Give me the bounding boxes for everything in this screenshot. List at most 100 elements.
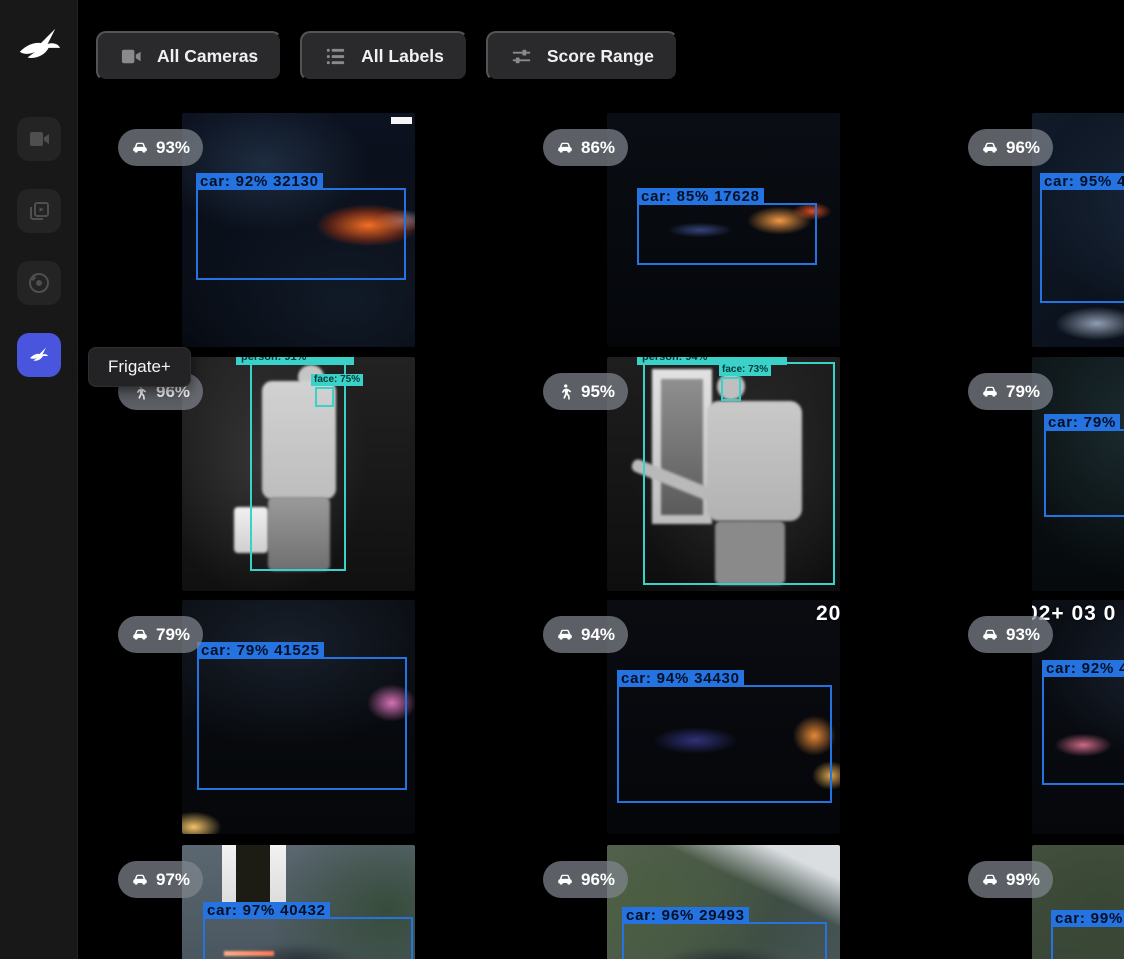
filter-label: All Cameras [157, 46, 258, 67]
detection-thumbnail[interactable]: car: 99% 25 [1032, 845, 1124, 959]
sidebar-item-frigate-plus[interactable] [17, 333, 61, 377]
car-icon [556, 871, 574, 889]
score-badge: 79% [118, 616, 203, 653]
bounding-box-label: car: 94% 34430 [617, 670, 744, 687]
detection-card[interactable]: 86% car: 85% 17628 [543, 113, 840, 347]
bounding-box: car: 92% 4218 [1042, 675, 1124, 785]
score-badge: 97% [118, 861, 203, 898]
bounding-box: car: 79% 41525 [197, 657, 407, 790]
bounding-box-label: car: 79% 41525 [197, 642, 324, 659]
bounding-box-label: car: 96% 29493 [622, 907, 749, 924]
detection-card[interactable]: 95% person: 94% face: 73% [543, 357, 840, 591]
score-badge: 96% [968, 129, 1053, 166]
sidebar-item-export[interactable] [17, 261, 61, 305]
face-bounding-box [315, 387, 334, 407]
detection-thumbnail[interactable]: car: 79% 41525 [182, 600, 415, 834]
score-badge: 79% [968, 373, 1053, 410]
badge-score: 99% [1006, 870, 1040, 890]
export-disc-icon [27, 271, 51, 295]
detection-thumbnail[interactable]: person: 94% face: 73% [607, 357, 840, 591]
review-icon [27, 199, 51, 223]
score-badge: 93% [118, 129, 203, 166]
score-badge: 95% [543, 373, 628, 410]
detection-thumbnail[interactable]: car: 85% 17628 [607, 113, 840, 347]
frigate-plus-page: All Cameras All Labels Score Range 93% c… [0, 0, 1124, 959]
camera-icon [120, 45, 143, 68]
detection-card[interactable]: 96% car: 96% 29493 [543, 845, 840, 959]
badge-score: 97% [156, 870, 190, 890]
detection-thumbnail[interactable]: car: 96% 29493 [607, 845, 840, 959]
bounding-box-label: car: 97% 40432 [203, 902, 330, 919]
badge-score: 93% [156, 138, 190, 158]
bounding-box: car: 79% [1044, 429, 1124, 517]
badge-score: 79% [156, 625, 190, 645]
detection-card[interactable]: 93% car: 92% 32130 [118, 113, 415, 347]
all-cameras-filter-button[interactable]: All Cameras [96, 31, 282, 81]
detection-card[interactable]: 79% car: 79% 41525 [118, 600, 415, 834]
detection-thumbnail[interactable]: car: 92% 32130 [182, 113, 415, 347]
person-box-label: person: 91% [236, 357, 354, 365]
list-icon [324, 45, 347, 68]
badge-score: 95% [581, 382, 615, 402]
bounding-box-label: car: 92% 4218 [1042, 660, 1124, 677]
car-icon [131, 139, 149, 157]
bounding-box: car: 92% 32130 [196, 188, 406, 280]
detection-card[interactable]: 96% car: 95% 45260 [968, 113, 1124, 347]
bounding-box: car: 99% 25 [1051, 925, 1124, 959]
sidebar [0, 0, 78, 959]
car-icon [556, 139, 574, 157]
car-icon [556, 626, 574, 644]
sidebar-item-live[interactable] [17, 117, 61, 161]
frigate-logo [16, 22, 62, 70]
score-badge: 96% [543, 861, 628, 898]
filter-toolbar: All Cameras All Labels Score Range [96, 31, 678, 81]
badge-score: 79% [1006, 382, 1040, 402]
detection-thumbnail[interactable]: car: 97% 40432 [182, 845, 415, 959]
score-badge: 99% [968, 861, 1053, 898]
badge-score: 93% [1006, 625, 1040, 645]
detection-card[interactable]: 96% person: 91% face: 75% [118, 357, 415, 591]
face-box-label: face: 75% [311, 374, 363, 386]
filter-label: Score Range [547, 46, 654, 67]
camera-timestamp-fragment: 202 [816, 602, 840, 626]
bounding-box-label: car: 79% [1044, 414, 1120, 431]
car-icon [981, 139, 999, 157]
filter-label: All Labels [361, 46, 444, 67]
score-badge: 94% [543, 616, 628, 653]
score-badge: 86% [543, 129, 628, 166]
frigate-plus-icon [27, 343, 51, 367]
detection-card[interactable]: 93% 02+ 03 0 car: 92% 4218 [968, 600, 1124, 834]
score-badge: 93% [968, 616, 1053, 653]
bounding-box-label: car: 92% 32130 [196, 173, 323, 190]
score-range-filter-button[interactable]: Score Range [486, 31, 678, 81]
bounding-box: car: 97% 40432 [203, 917, 413, 959]
detection-thumbnail[interactable]: person: 91% face: 75% [182, 357, 415, 591]
badge-score: 86% [581, 138, 615, 158]
bounding-box-label: car: 85% 17628 [637, 188, 764, 205]
car-icon [131, 626, 149, 644]
bounding-box-label: car: 99% 25 [1051, 910, 1124, 927]
bounding-box: car: 94% 34430 [617, 685, 832, 803]
all-labels-filter-button[interactable]: All Labels [300, 31, 468, 81]
sliders-icon [510, 45, 533, 68]
badge-score: 94% [581, 625, 615, 645]
badge-score: 96% [581, 870, 615, 890]
car-icon [981, 626, 999, 644]
face-box-label: face: 73% [719, 364, 771, 376]
car-icon [131, 871, 149, 889]
live-camera-icon [27, 127, 51, 151]
bounding-box: car: 96% 29493 [622, 922, 827, 959]
car-icon [981, 383, 999, 401]
detection-card[interactable]: 94% 202 car: 94% 34430 [543, 600, 840, 834]
face-bounding-box [721, 377, 741, 401]
bounding-box: car: 95% 45260 [1040, 188, 1124, 303]
detection-card[interactable]: 79% car: 79% [968, 357, 1124, 591]
person-icon [556, 383, 574, 401]
detection-card[interactable]: 97% car: 97% 40432 [118, 845, 415, 959]
tooltip-text: Frigate+ [108, 357, 171, 376]
tooltip: Frigate+ [88, 347, 191, 387]
car-icon [981, 871, 999, 889]
detection-card[interactable]: 99% car: 99% 25 [968, 845, 1124, 959]
detection-thumbnail[interactable]: 202 car: 94% 34430 [607, 600, 840, 834]
sidebar-item-review[interactable] [17, 189, 61, 233]
